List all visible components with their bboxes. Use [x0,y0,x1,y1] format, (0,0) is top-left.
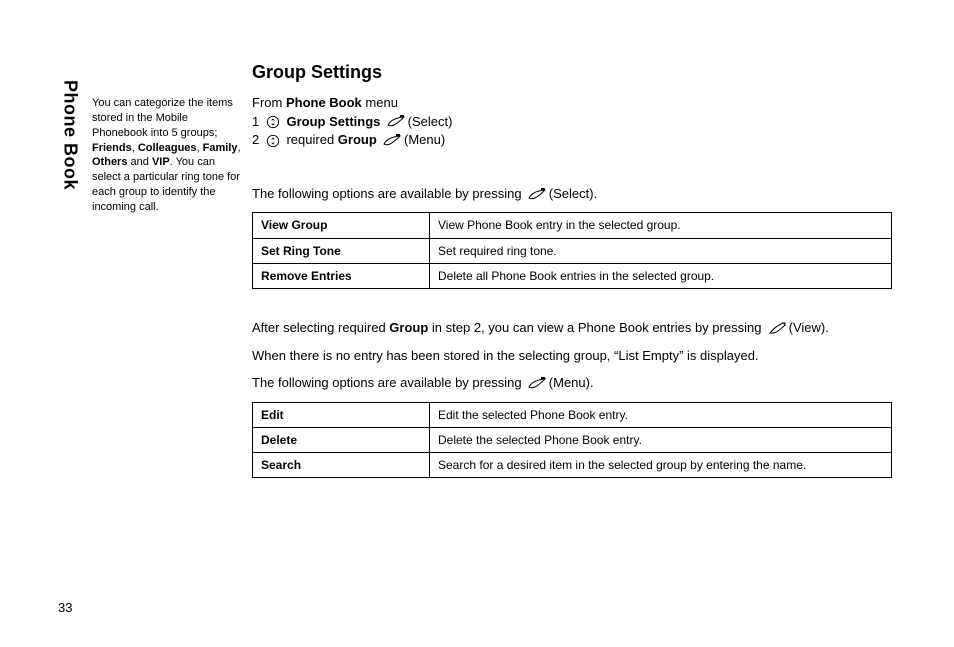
page-number: 33 [58,599,72,617]
section-tab: Phone Book [58,80,82,190]
step1-number: 1 [252,114,259,129]
page-title: Group Settings [252,60,892,84]
nav-icon [265,115,281,129]
intro-group-3: Others [92,156,127,168]
intro-group-0: Friends [92,142,132,154]
step2-bold: Group [338,132,377,147]
after-select-pre: After selecting required [252,320,389,335]
avail2-pre: The following options are available by p… [252,375,525,390]
intro-and: and [127,156,151,168]
option-desc: Edit the selected Phone Book entry. [430,402,892,427]
avail1-post: (Select). [545,186,597,201]
option-name: Search [253,453,430,478]
step2-post: (Menu) [400,132,445,147]
intro-group-4: VIP [152,156,170,168]
option-name: View Group [253,213,430,238]
step2-number: 2 [252,132,259,147]
table-row: Delete Delete the selected Phone Book en… [253,427,892,452]
avail1-pre: The following options are available by p… [252,186,525,201]
steps-from-pre: From [252,95,286,110]
softkey-icon [527,377,543,391]
table-row: Search Search for a desired item in the … [253,453,892,478]
options-table-1: View Group View Phone Book entry in the … [252,212,892,289]
steps-from-post: menu [362,95,398,110]
softkey-icon [382,134,398,148]
list-empty-note: When there is no entry has been stored i… [252,347,892,365]
option-desc: Set required ring tone. [430,238,892,263]
steps-from-bold: Phone Book [286,95,362,110]
step2-mid: required [283,132,338,147]
option-desc: Delete all Phone Book entries in the sel… [430,263,892,288]
pen-icon [767,322,783,336]
softkey-icon [386,115,402,129]
intro-pre: You can categorize the items stored in t… [92,97,233,139]
option-desc: Search for a desired item in the selecte… [430,453,892,478]
intro-note: You can categorize the items stored in t… [92,96,242,215]
intro-group-1: Colleagues [138,142,197,154]
table-row: Edit Edit the selected Phone Book entry. [253,402,892,427]
option-desc: View Phone Book entry in the selected gr… [430,213,892,238]
steps-block: From Phone Book menu 1 Group Settings (S… [252,94,892,149]
after-select-post: (View). [785,320,829,335]
softkey-icon [527,188,543,202]
after-select-bold: Group [389,320,428,335]
intro-group-2: Family [203,142,238,154]
after-select-mid: in step 2, you can view a Phone Book ent… [428,320,765,335]
avail2-post: (Menu). [545,375,593,390]
nav-icon [265,134,281,148]
options-table-2: Edit Edit the selected Phone Book entry.… [252,402,892,479]
option-desc: Delete the selected Phone Book entry. [430,427,892,452]
step1-bold: Group Settings [286,114,380,129]
option-name: Edit [253,402,430,427]
table-row: Set Ring Tone Set required ring tone. [253,238,892,263]
option-name: Delete [253,427,430,452]
table-row: Remove Entries Delete all Phone Book ent… [253,263,892,288]
table-row: View Group View Phone Book entry in the … [253,213,892,238]
step1-post: (Select) [404,114,452,129]
option-name: Set Ring Tone [253,238,430,263]
option-name: Remove Entries [253,263,430,288]
intro-sep-2: , [238,142,241,154]
